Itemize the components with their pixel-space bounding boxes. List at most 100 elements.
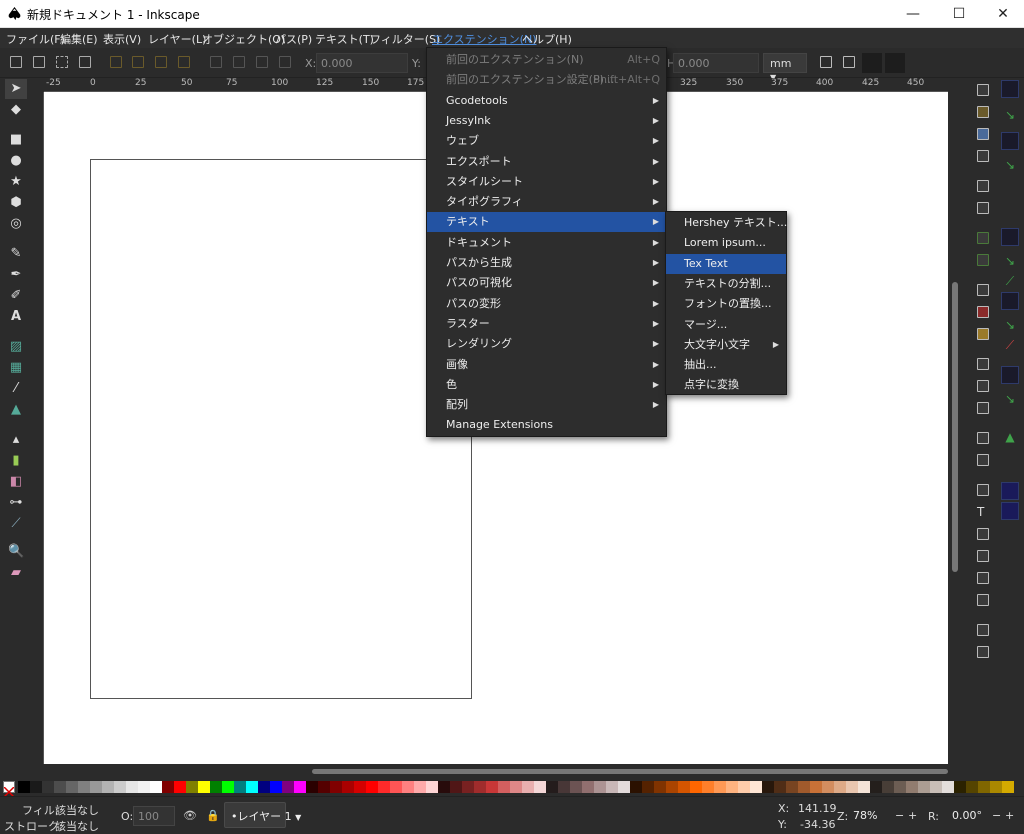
text-submenu-item[interactable]: 抽出... bbox=[666, 355, 786, 375]
text-submenu-item[interactable]: Hershey テキスト... bbox=[666, 213, 787, 233]
snap-smooth-icon[interactable]: ↘ bbox=[1001, 316, 1019, 334]
dropper-tool-icon[interactable]: ⁄ bbox=[8, 381, 24, 397]
snap-bbox-icon[interactable]: ↘ bbox=[1001, 106, 1019, 124]
gradient-tool-icon[interactable]: ▨ bbox=[8, 339, 24, 355]
eraser-tool-icon[interactable]: ◧ bbox=[8, 474, 24, 490]
color-swatch[interactable] bbox=[918, 781, 930, 793]
text-font-icon[interactable]: T bbox=[977, 506, 989, 518]
zoom-input[interactable]: 78% bbox=[849, 806, 891, 826]
text-submenu-item[interactable]: 大文字小文字 ▶ bbox=[666, 335, 786, 355]
extensions-menu-item[interactable]: 色 ▶ bbox=[427, 375, 666, 395]
scale-corners-icon[interactable] bbox=[843, 56, 855, 68]
save-icon[interactable] bbox=[977, 128, 989, 140]
snap-centers-icon[interactable] bbox=[1001, 366, 1019, 384]
color-swatch[interactable] bbox=[30, 781, 42, 793]
color-swatch[interactable] bbox=[726, 781, 738, 793]
menu-path[interactable]: パス(P) bbox=[275, 31, 312, 47]
menu-file[interactable]: ファイル(F) bbox=[6, 31, 65, 47]
extensions-menu-item[interactable]: 前回のエクステンション設定(P)... Shift+Alt+Q bbox=[427, 70, 666, 90]
color-swatch[interactable] bbox=[414, 781, 426, 793]
export-icon[interactable] bbox=[977, 202, 989, 214]
color-swatch[interactable] bbox=[246, 781, 258, 793]
selector-tool-icon[interactable]: ➤ bbox=[5, 79, 27, 99]
eye-icon[interactable]: 👁 bbox=[183, 809, 197, 822]
snap-page-icon[interactable] bbox=[1001, 482, 1019, 500]
objects-icon[interactable] bbox=[977, 572, 989, 584]
extensions-menu-item[interactable]: パスの変形 ▶ bbox=[427, 294, 666, 314]
horizontal-scrollbar[interactable] bbox=[44, 764, 948, 778]
color-swatch[interactable] bbox=[798, 781, 810, 793]
color-swatch[interactable] bbox=[954, 781, 966, 793]
text-submenu-item[interactable]: マージ... bbox=[666, 315, 786, 335]
close-button[interactable]: ✕ bbox=[980, 0, 1024, 28]
color-swatch[interactable] bbox=[618, 781, 630, 793]
extensions-menu-item[interactable]: パスから生成 ▶ bbox=[427, 253, 666, 273]
color-swatch[interactable] bbox=[66, 781, 78, 793]
group-icon[interactable] bbox=[977, 432, 989, 444]
extensions-menu-item[interactable]: Manage Extensions bbox=[427, 415, 666, 435]
extensions-menu-item[interactable]: JessyInk ▶ bbox=[427, 111, 666, 131]
menu-layer[interactable]: レイヤー(L) bbox=[148, 31, 206, 47]
raise-to-top-icon[interactable] bbox=[210, 56, 222, 68]
raise-icon[interactable] bbox=[233, 56, 245, 68]
opacity-input[interactable]: 100 bbox=[133, 806, 175, 826]
connector-tool-icon[interactable]: ⊶ bbox=[8, 495, 24, 511]
menu-view[interactable]: 表示(V) bbox=[103, 31, 141, 47]
color-swatch[interactable] bbox=[222, 781, 234, 793]
color-swatch[interactable] bbox=[642, 781, 654, 793]
color-swatch[interactable] bbox=[666, 781, 678, 793]
3d-box-tool-icon[interactable]: ⬢ bbox=[8, 195, 24, 211]
no-paint-swatch[interactable] bbox=[3, 781, 15, 798]
rotation-input[interactable]: 0.00° bbox=[940, 806, 986, 826]
color-swatch[interactable] bbox=[342, 781, 354, 793]
color-swatch[interactable] bbox=[582, 781, 594, 793]
color-swatch[interactable] bbox=[594, 781, 606, 793]
color-swatch[interactable] bbox=[522, 781, 534, 793]
spiral-tool-icon[interactable]: ◎ bbox=[8, 216, 24, 232]
color-swatch[interactable] bbox=[654, 781, 666, 793]
redo-icon[interactable] bbox=[977, 254, 989, 266]
node-tool-icon[interactable]: ◆ bbox=[8, 102, 24, 118]
color-swatch[interactable] bbox=[42, 781, 54, 793]
import-icon[interactable] bbox=[977, 180, 989, 192]
color-swatch[interactable] bbox=[18, 781, 30, 793]
color-swatch[interactable] bbox=[102, 781, 114, 793]
extensions-menu-item[interactable]: 画像 ▶ bbox=[427, 355, 666, 375]
vertical-scroll-thumb[interactable] bbox=[952, 282, 958, 572]
color-swatch[interactable] bbox=[810, 781, 822, 793]
zoom-out-button[interactable]: − bbox=[895, 809, 904, 822]
color-swatch[interactable] bbox=[714, 781, 726, 793]
color-swatch[interactable] bbox=[738, 781, 750, 793]
pencil-tool-icon[interactable]: ✎ bbox=[8, 246, 24, 262]
color-swatch[interactable] bbox=[786, 781, 798, 793]
color-swatch[interactable] bbox=[870, 781, 882, 793]
extensions-menu-item[interactable]: ラスター ▶ bbox=[427, 314, 666, 334]
snap-bbox-edges-icon[interactable] bbox=[1001, 132, 1019, 150]
extensions-menu-item[interactable]: テキスト ▶ bbox=[427, 212, 666, 233]
color-swatch[interactable] bbox=[354, 781, 366, 793]
extensions-menu-item[interactable]: エクスポート ▶ bbox=[427, 152, 666, 172]
menu-edit[interactable]: 編集(E) bbox=[60, 31, 98, 47]
open-icon[interactable] bbox=[977, 106, 989, 118]
xml-editor-icon[interactable] bbox=[977, 550, 989, 562]
color-swatch[interactable] bbox=[510, 781, 522, 793]
scale-stroke-icon[interactable] bbox=[820, 56, 832, 68]
color-swatch[interactable] bbox=[498, 781, 510, 793]
rotate-cw-icon[interactable] bbox=[132, 56, 144, 68]
color-swatch[interactable] bbox=[186, 781, 198, 793]
transform-gradients-icon[interactable] bbox=[862, 53, 882, 73]
snap-paths-icon[interactable]: ↘ bbox=[1001, 252, 1019, 270]
color-swatch[interactable] bbox=[774, 781, 786, 793]
color-swatch[interactable] bbox=[210, 781, 222, 793]
text-submenu-item[interactable]: Lorem ipsum... bbox=[666, 233, 786, 253]
color-swatch[interactable] bbox=[438, 781, 450, 793]
preferences-icon[interactable] bbox=[977, 646, 989, 658]
lower-to-bottom-icon[interactable] bbox=[279, 56, 291, 68]
color-swatch[interactable] bbox=[450, 781, 462, 793]
color-swatch[interactable] bbox=[822, 781, 834, 793]
color-swatch[interactable] bbox=[378, 781, 390, 793]
star-tool-icon[interactable]: ★ bbox=[8, 174, 24, 190]
undo-icon[interactable] bbox=[977, 232, 989, 244]
color-swatch[interactable] bbox=[462, 781, 474, 793]
measure-tool-icon[interactable]: ⟋ bbox=[8, 516, 24, 532]
